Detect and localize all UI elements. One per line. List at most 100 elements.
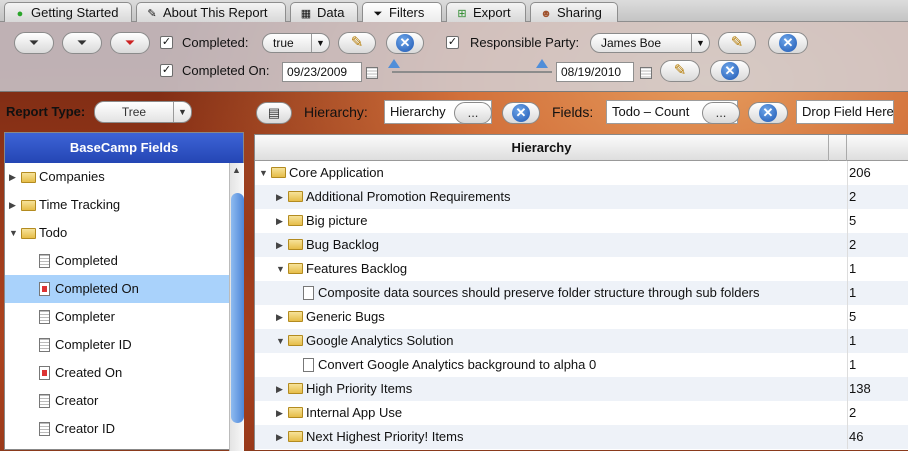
drop-field-target[interactable]: Drop Field Here xyxy=(796,100,894,124)
table-row[interactable]: ▶ Additional Promotion Requirements 2 xyxy=(255,185,908,209)
table-row[interactable]: ▶ Big picture 5 xyxy=(255,209,908,233)
row-label: Internal App Use xyxy=(306,405,403,420)
table-row[interactable]: Composite data sources should preserve f… xyxy=(255,281,908,305)
report-type-select[interactable]: Tree ▼ xyxy=(94,101,192,123)
layout-settings-button[interactable]: ▤ xyxy=(256,102,292,124)
completed-select[interactable]: true ▼ xyxy=(262,33,330,53)
table-row[interactable]: ▶ Generic Bugs 5 xyxy=(255,305,908,329)
field-item-completer[interactable]: Completer xyxy=(5,303,243,331)
open-folder-icon xyxy=(288,335,303,346)
column-divider xyxy=(847,257,848,281)
collapse-arrow-icon[interactable]: ▼ xyxy=(259,161,268,185)
expand-arrow-icon[interactable]: ▶ xyxy=(276,377,283,401)
tree-item-companies[interactable]: ▶ Companies xyxy=(5,163,243,191)
edit-responsible-button[interactable]: ✎ xyxy=(718,32,756,54)
scroll-up-arrow-icon[interactable]: ▲ xyxy=(232,165,241,175)
completed-checkbox[interactable]: ✓ xyxy=(160,36,173,49)
expand-arrow-icon[interactable]: ▶ xyxy=(276,305,283,329)
field-item-completer-id[interactable]: Completer ID xyxy=(5,331,243,359)
edit-completed-on-button[interactable]: ✎ xyxy=(660,60,700,82)
table-row[interactable]: ▶ Internal App Use 2 xyxy=(255,401,908,425)
tab-getting-started[interactable]: ● Getting Started xyxy=(4,2,132,22)
scrollbar-thumb[interactable] xyxy=(231,193,244,423)
completed-on-checkbox[interactable]: ✓ xyxy=(160,64,173,77)
funnel-remove-icon: ⏷ xyxy=(124,35,136,50)
list-edit-icon: ▤ xyxy=(267,105,281,120)
add-filter-button[interactable]: ⏷ xyxy=(14,32,54,54)
chevron-down-icon: ▼ xyxy=(311,34,329,52)
expand-arrow-icon[interactable]: ▶ xyxy=(276,233,283,257)
collapse-arrow-icon[interactable]: ▼ xyxy=(9,219,18,247)
table-row[interactable]: ▶ Next Highest Priority! Items 46 xyxy=(255,425,908,449)
column-header-count[interactable] xyxy=(829,135,847,161)
hierarchy-browse-button[interactable]: ... xyxy=(454,102,492,124)
tree-item-todo[interactable]: ▼ Todo xyxy=(5,219,243,247)
row-count: 1 xyxy=(849,333,857,348)
table-row[interactable]: Convert Google Analytics background to a… xyxy=(255,353,908,377)
expand-arrow-icon[interactable]: ▶ xyxy=(276,401,283,425)
funnel-icon: ⏷ xyxy=(28,35,40,50)
responsible-party-checkbox[interactable]: ✓ xyxy=(446,36,459,49)
fields-label: Fields: xyxy=(552,104,594,120)
tab-about-this-report[interactable]: ✎ About This Report xyxy=(136,2,286,22)
fields-browse-button[interactable]: ... xyxy=(702,102,740,124)
table-row[interactable]: ▼ Google Analytics Solution 1 xyxy=(255,329,908,353)
tab-filters[interactable]: ⏷ Filters xyxy=(362,2,442,22)
edit-filter-button[interactable]: ⏷ xyxy=(62,32,102,54)
slider-start-handle[interactable] xyxy=(388,59,400,68)
table-row[interactable]: ▼ Core Application 206 xyxy=(255,161,908,185)
responsible-party-select[interactable]: James Boe ▼ xyxy=(590,33,710,53)
tab-bar: ● Getting Started ✎ About This Report ▦ Dat… xyxy=(0,0,908,22)
calendar-icon[interactable] xyxy=(366,67,378,79)
column-divider xyxy=(847,401,848,425)
field-icon xyxy=(39,422,50,436)
completed-on-from-field[interactable]: 09/23/2009 xyxy=(282,62,362,82)
funnel-edit-icon: ⏷ xyxy=(76,35,88,50)
fields-scrollbar[interactable]: ▲ xyxy=(229,163,244,451)
chevron-down-icon: ▼ xyxy=(173,102,191,122)
calendar-icon[interactable] xyxy=(640,67,652,79)
column-divider xyxy=(847,233,848,257)
field-item-creator-id[interactable]: Creator ID xyxy=(5,415,243,443)
tree-item-time-tracking[interactable]: ▶ Time Tracking xyxy=(5,191,243,219)
field-item-completed[interactable]: Completed xyxy=(5,247,243,275)
tab-export[interactable]: ⊞ Export xyxy=(446,2,526,22)
edit-completed-button[interactable]: ✎ xyxy=(338,32,376,54)
remove-filter-button[interactable]: ⏷ xyxy=(110,32,150,54)
table-row[interactable]: ▼ Features Backlog 1 xyxy=(255,257,908,281)
column-divider xyxy=(847,161,848,185)
clear-completed-button[interactable]: ✕ xyxy=(386,32,424,54)
field-item-completed-on[interactable]: Completed On xyxy=(5,275,243,303)
slider-end-handle[interactable] xyxy=(536,59,548,68)
clear-responsible-button[interactable]: ✕ xyxy=(768,32,808,54)
clear-hierarchy-button[interactable]: ✕ xyxy=(502,102,540,124)
expand-arrow-icon[interactable]: ▶ xyxy=(276,425,283,449)
row-label: Core Application xyxy=(289,165,384,180)
collapse-arrow-icon[interactable]: ▼ xyxy=(276,257,285,281)
open-folder-icon xyxy=(21,228,36,239)
pencil-note-icon: ✎ xyxy=(147,8,157,20)
clear-fields-button[interactable]: ✕ xyxy=(748,102,788,124)
table-row[interactable]: ▶ High Priority Items 138 xyxy=(255,377,908,401)
basecamp-fields-title: BaseCamp Fields xyxy=(5,133,243,163)
funnel-icon: ⏷ xyxy=(373,8,383,20)
clear-completed-on-button[interactable]: ✕ xyxy=(710,60,750,82)
export-icon: ⊞ xyxy=(457,8,467,20)
expand-arrow-icon[interactable]: ▶ xyxy=(9,191,16,219)
close-icon: ✕ xyxy=(396,34,414,52)
collapse-arrow-icon[interactable]: ▼ xyxy=(276,329,285,353)
date-range-slider[interactable] xyxy=(392,71,552,73)
row-label: Convert Google Analytics background to a… xyxy=(318,357,597,372)
completed-on-to-field[interactable]: 08/19/2010 xyxy=(556,62,634,82)
expand-arrow-icon[interactable]: ▶ xyxy=(276,209,283,233)
expand-arrow-icon[interactable]: ▶ xyxy=(9,163,16,191)
table-row[interactable]: ▶ Bug Backlog 2 xyxy=(255,233,908,257)
row-label: High Priority Items xyxy=(306,381,413,396)
field-item-created-on[interactable]: Created On xyxy=(5,359,243,387)
tab-sharing[interactable]: ☻ Sharing xyxy=(530,2,618,22)
open-folder-icon xyxy=(288,263,303,274)
column-header-hierarchy[interactable]: Hierarchy xyxy=(255,135,829,161)
tab-data[interactable]: ▦ Data xyxy=(290,2,358,22)
field-item-creator[interactable]: Creator xyxy=(5,387,243,415)
expand-arrow-icon[interactable]: ▶ xyxy=(276,185,283,209)
